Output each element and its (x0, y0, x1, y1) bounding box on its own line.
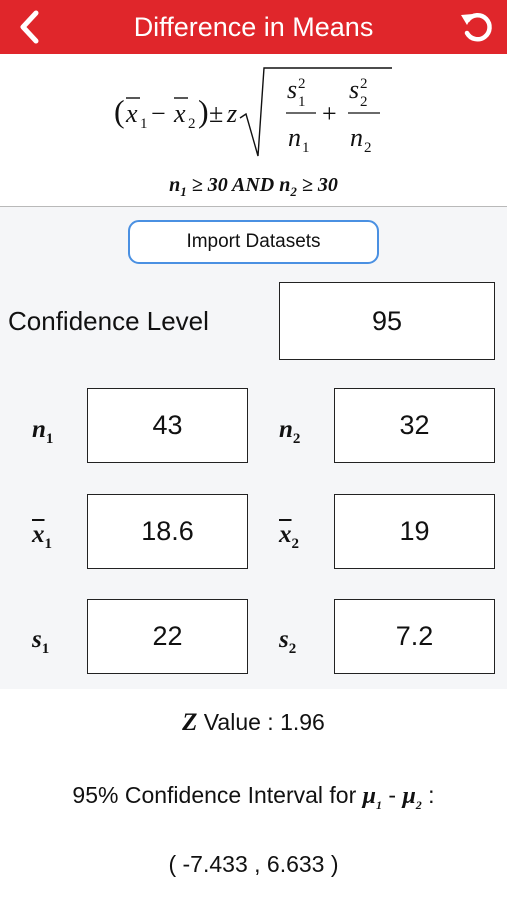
input-panel: Import Datasets Confidence Level 95 n1 4… (0, 206, 507, 690)
confidence-interval-value: ( -7.433 , 6.633 ) (168, 851, 339, 877)
n2-input[interactable]: 32 (334, 388, 495, 463)
x1-bar-label: x1 (32, 521, 52, 552)
n1-label: n1 (32, 416, 54, 447)
confidence-interval-label: 95% Confidence Interval for μ1 - μ2 : (72, 782, 435, 812)
s2-input[interactable]: 7.2 (334, 599, 495, 674)
n1-input[interactable]: 43 (87, 388, 248, 463)
svg-text:z: z (226, 99, 237, 128)
s1-input[interactable]: 22 (87, 599, 248, 674)
import-datasets-button[interactable]: Import Datasets (128, 220, 379, 264)
s1-label: s1 (32, 626, 50, 657)
n2-label: n2 (279, 416, 301, 447)
confidence-level-input[interactable]: 95 (279, 282, 495, 360)
svg-text:(: ( (114, 93, 125, 129)
s2-label: s2 (279, 626, 297, 657)
svg-text:x: x (125, 99, 138, 128)
svg-text:s: s (287, 75, 297, 104)
x1-bar-input[interactable]: 18.6 (87, 494, 248, 569)
svg-text:1: 1 (140, 116, 148, 132)
svg-text:x: x (173, 99, 186, 128)
formula-image: ( x 1 − x 2 ) ± z s 2 1 n 1 + s 2 2 n 2 (114, 67, 392, 157)
z-value-text: Z Value : 1.96 (182, 709, 325, 736)
svg-text:n: n (350, 123, 363, 152)
svg-text:2: 2 (360, 94, 368, 110)
svg-text:2: 2 (188, 116, 196, 132)
formula-section: ( x 1 − x 2 ) ± z s 2 1 n 1 + s 2 2 n 2 … (0, 54, 507, 206)
confidence-level-label: Confidence Level (8, 306, 209, 336)
svg-text:s: s (349, 75, 359, 104)
svg-text:−: − (151, 99, 166, 128)
svg-text:): ) (198, 93, 209, 129)
svg-text:2: 2 (364, 140, 372, 156)
x2-bar-input[interactable]: 19 (334, 494, 495, 569)
sample-size-condition: n1 ≥ 30 AND n2 ≥ 30 (169, 174, 338, 199)
nav-bar: Difference in Means (0, 0, 507, 54)
refresh-icon (461, 13, 492, 42)
svg-text:2: 2 (298, 76, 306, 92)
page-title: Difference in Means (133, 12, 374, 42)
x2-bar-label: x2 (279, 521, 299, 552)
svg-text:n: n (288, 123, 301, 152)
svg-text:1: 1 (302, 140, 310, 156)
z-symbol: Z (182, 709, 198, 736)
svg-text:1: 1 (298, 94, 306, 110)
results-section: Z Value : 1.96 95% Confidence Interval f… (0, 689, 507, 900)
reset-button[interactable] (459, 9, 495, 45)
svg-text:±: ± (209, 99, 223, 128)
svg-text:2: 2 (360, 76, 368, 92)
svg-text:+: + (322, 99, 337, 128)
